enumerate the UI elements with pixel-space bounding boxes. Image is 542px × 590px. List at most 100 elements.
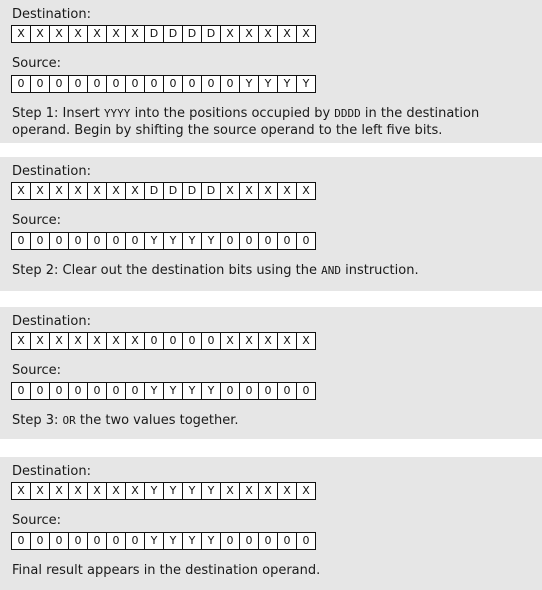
bit-cell: 0 xyxy=(88,233,107,249)
bit-cell: X xyxy=(259,333,278,349)
bit-cell: 0 xyxy=(240,533,259,549)
bit-cell: X xyxy=(221,333,240,349)
bit-cell: X xyxy=(69,183,88,199)
bit-cell: Y xyxy=(240,76,259,92)
destination-label: Destination: xyxy=(12,164,91,179)
step-caption: Step 1: Insert YYYY into the positions o… xyxy=(12,106,480,138)
bit-cell: D xyxy=(145,26,164,42)
bit-cell: 0 xyxy=(126,533,145,549)
bit-cell: X xyxy=(50,183,69,199)
bit-cell: X xyxy=(107,26,126,42)
bit-cell: X xyxy=(221,26,240,42)
bit-cell: 0 xyxy=(164,76,183,92)
destination-bits-row: XXXXXXXDDDDXXXXX xyxy=(11,182,316,200)
bit-cell: 0 xyxy=(297,233,316,249)
bit-cell: 0 xyxy=(126,233,145,249)
bit-cell: X xyxy=(126,183,145,199)
bit-cell: 0 xyxy=(297,533,316,549)
bit-cell: 0 xyxy=(297,383,316,399)
bit-cell: 0 xyxy=(221,233,240,249)
bit-cell: 0 xyxy=(259,533,278,549)
step-caption: Step 3: OR the two values together. xyxy=(12,413,239,428)
bit-cell: 0 xyxy=(69,233,88,249)
bit-cell: 0 xyxy=(69,383,88,399)
bit-cell: 0 xyxy=(145,333,164,349)
bit-cell: Y xyxy=(202,233,221,249)
bit-cell: X xyxy=(107,483,126,499)
destination-label: Destination: xyxy=(12,7,91,22)
bit-cell: Y xyxy=(183,533,202,549)
bit-cell: X xyxy=(259,483,278,499)
bit-cell: X xyxy=(221,483,240,499)
bit-cell: 0 xyxy=(183,76,202,92)
step-panel-2: Destination: X X X X X X X D D D D X X X X X Source: 0 0 0 0 0… xyxy=(0,157,542,291)
bit-cell: D xyxy=(164,26,183,42)
bit-cell: 0 xyxy=(107,76,126,92)
bit-cell: X xyxy=(50,26,69,42)
bit-cell: X xyxy=(259,183,278,199)
bit-cell: Y xyxy=(145,383,164,399)
bit-cell: 0 xyxy=(278,233,297,249)
bit-cell: 0 xyxy=(50,533,69,549)
bit-cell: 0 xyxy=(88,533,107,549)
source-bits-row: 0000000YYYY00000 xyxy=(11,532,316,550)
bit-cell: X xyxy=(88,26,107,42)
bit-cell: X xyxy=(278,483,297,499)
source-bits-row: 0000000YYYY00000 xyxy=(11,382,316,400)
bit-cell: X xyxy=(69,26,88,42)
bit-cell: 0 xyxy=(69,533,88,549)
bit-cell: 0 xyxy=(107,383,126,399)
bit-cell: 0 xyxy=(107,233,126,249)
destination-bits-row: XXXXXXX0000XXXXX xyxy=(11,332,316,350)
source-bits-row: 0000000YYYY00000 xyxy=(11,232,316,250)
bit-cell: Y xyxy=(145,483,164,499)
bit-cell: 0 xyxy=(31,383,50,399)
bit-cell: X xyxy=(126,483,145,499)
bit-cell: 0 xyxy=(126,76,145,92)
bit-cell: X xyxy=(31,483,50,499)
step-panel-1: Destination: X X X X X X X D D D D X X X X X Source: 0 0 0 0 0… xyxy=(0,0,542,143)
bit-cell: X xyxy=(297,26,316,42)
bit-cell: X xyxy=(221,183,240,199)
bit-cell: 0 xyxy=(145,76,164,92)
bit-cell: 0 xyxy=(240,383,259,399)
bit-cell: Y xyxy=(145,533,164,549)
bit-cell: 0 xyxy=(88,383,107,399)
bit-cell: Y xyxy=(164,383,183,399)
destination-label: Destination: xyxy=(12,464,91,479)
step-caption: Final result appears in the destination … xyxy=(12,563,321,578)
bit-cell: Y xyxy=(164,533,183,549)
bit-cell: X xyxy=(259,26,278,42)
bit-cell: X xyxy=(12,26,31,42)
bit-cell: 0 xyxy=(88,76,107,92)
bit-cell: Y xyxy=(259,76,278,92)
bit-cell: X xyxy=(126,26,145,42)
bit-cell: 0 xyxy=(259,383,278,399)
bit-cell: X xyxy=(278,26,297,42)
destination-label: Destination: xyxy=(12,314,91,329)
bit-cell: X xyxy=(107,333,126,349)
bit-cell: 0 xyxy=(221,383,240,399)
bit-cell: 0 xyxy=(126,383,145,399)
bit-cell: 0 xyxy=(31,233,50,249)
bit-cell: 0 xyxy=(240,233,259,249)
bit-cell: 0 xyxy=(50,233,69,249)
bit-cell: 0 xyxy=(50,76,69,92)
bit-cell: X xyxy=(12,483,31,499)
bit-cell: 0 xyxy=(12,383,31,399)
bit-cell: X xyxy=(107,183,126,199)
bit-cell: Y xyxy=(145,233,164,249)
bit-cell: X xyxy=(50,333,69,349)
bit-cell: X xyxy=(31,333,50,349)
bit-cell: X xyxy=(31,183,50,199)
bit-cell: X xyxy=(31,26,50,42)
bit-cell: X xyxy=(240,183,259,199)
bit-cell: D xyxy=(145,183,164,199)
bit-cell: Y xyxy=(202,533,221,549)
bit-cell: Y xyxy=(164,483,183,499)
bit-cell: 0 xyxy=(107,533,126,549)
bit-cell: Y xyxy=(278,76,297,92)
bit-cell: D xyxy=(202,183,221,199)
bit-cell: D xyxy=(183,26,202,42)
bit-cell: 0 xyxy=(12,533,31,549)
